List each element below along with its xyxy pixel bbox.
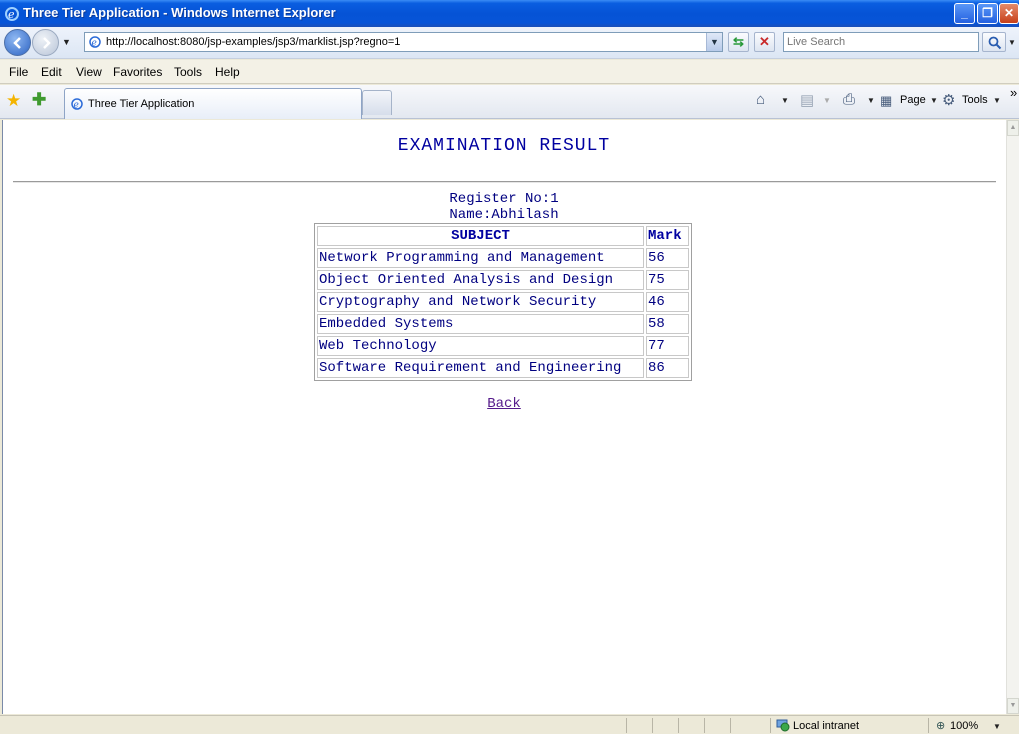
forward-arrow-icon <box>43 37 51 49</box>
stop-button[interactable]: ✕ <box>754 32 775 52</box>
window-title: Three Tier Application - Windows Interne… <box>23 5 336 20</box>
table-row: Cryptography and Network Security 46 <box>317 292 689 312</box>
status-divider <box>730 718 731 733</box>
status-divider <box>626 718 627 733</box>
home-icon[interactable]: ⌂ <box>756 91 765 108</box>
mark-cell: 77 <box>646 336 689 356</box>
page-dropdown-icon[interactable]: ▼ <box>930 96 938 105</box>
address-dropdown-icon[interactable]: ▼ <box>706 33 722 51</box>
back-arrow-icon <box>13 37 21 49</box>
tools-menu-button[interactable]: Tools <box>962 94 988 106</box>
subject-cell: Embedded Systems <box>317 314 644 334</box>
student-name: Name:Abhilash <box>449 207 559 223</box>
zoom-dropdown-icon[interactable]: ▼ <box>993 722 1001 731</box>
print-icon[interactable]: ⎙ <box>843 91 855 108</box>
mark-cell: 46 <box>646 292 689 312</box>
status-divider <box>704 718 705 733</box>
refresh-button[interactable]: ⇆ <box>728 32 749 52</box>
scroll-up-arrow-icon[interactable]: ▲ <box>1007 120 1019 136</box>
subject-cell: Object Oriented Analysis and Design <box>317 270 644 290</box>
mark-cell: 58 <box>646 314 689 334</box>
mark-column-header: Mark <box>646 226 689 246</box>
table-header-row: SUBJECT Mark <box>317 226 689 246</box>
restore-button[interactable]: ❐ <box>977 3 998 24</box>
menu-favorites[interactable]: Favorites <box>113 65 162 79</box>
search-input[interactable] <box>784 33 978 51</box>
menu-help[interactable]: Help <box>215 65 240 79</box>
tab-three-tier-application[interactable]: e Three Tier Application <box>64 88 362 119</box>
navigation-bar: ▼ e http://localhost:8080/jsp-examples/j… <box>0 27 1019 59</box>
menu-view[interactable]: View <box>76 65 102 79</box>
subject-cell: Cryptography and Network Security <box>317 292 644 312</box>
table-row: Embedded Systems 58 <box>317 314 689 334</box>
search-options-dropdown-icon[interactable]: ▼ <box>1008 38 1016 47</box>
forward-button[interactable] <box>32 29 59 56</box>
local-intranet-globe-icon <box>776 719 790 732</box>
feeds-icon[interactable]: ▤ <box>800 91 814 109</box>
tools-dropdown-icon[interactable]: ▼ <box>993 96 1001 105</box>
close-window-button[interactable]: ✕ <box>999 3 1019 24</box>
tab-bar: ★ ✚ e Three Tier Application ⌂ ▼ ▤ ▼ ⎙ ▼… <box>0 85 1019 119</box>
status-divider <box>678 718 679 733</box>
page-menu-button[interactable]: Page <box>900 94 926 106</box>
zoom-magnifier-icon: ⊕ <box>936 720 946 732</box>
svg-text:e: e <box>8 8 15 21</box>
print-dropdown-icon[interactable]: ▼ <box>867 96 875 105</box>
horizontal-rule <box>13 181 996 183</box>
status-bar: Local intranet ⊕ 100% ▼ <box>0 715 1019 734</box>
status-divider <box>928 718 929 733</box>
subject-cell: Network Programming and Management <box>317 248 644 268</box>
table-row: Object Oriented Analysis and Design 75 <box>317 270 689 290</box>
back-link[interactable]: Back <box>487 396 521 412</box>
table-row: Software Requirement and Engineering 86 <box>317 358 689 378</box>
marks-table: SUBJECT Mark Network Programming and Man… <box>314 223 692 381</box>
menu-file[interactable]: File <box>9 65 28 79</box>
tab-label: Three Tier Application <box>88 98 195 110</box>
favorites-center-star-icon[interactable]: ★ <box>6 91 21 111</box>
internet-explorer-icon: e <box>5 7 19 21</box>
window-titlebar[interactable]: e Three Tier Application - Windows Inter… <box>0 0 1019 27</box>
subject-cell: Web Technology <box>317 336 644 356</box>
security-zone-label[interactable]: Local intranet <box>793 720 859 732</box>
table-row: Network Programming and Management 56 <box>317 248 689 268</box>
subject-cell: Software Requirement and Engineering <box>317 358 644 378</box>
more-commands-chevron-icon[interactable]: » <box>1010 85 1017 100</box>
mark-cell: 56 <box>646 248 689 268</box>
menu-edit[interactable]: Edit <box>41 65 62 79</box>
page-icon: e <box>89 36 101 49</box>
search-icon <box>988 36 1002 50</box>
svg-text:e: e <box>92 39 97 49</box>
new-tab-button[interactable] <box>362 90 392 115</box>
search-box[interactable] <box>783 32 979 52</box>
add-favorites-plus-icon[interactable]: ✚ <box>32 90 46 110</box>
home-dropdown-icon[interactable]: ▼ <box>781 96 789 105</box>
back-button[interactable] <box>4 29 31 56</box>
table-row: Web Technology 77 <box>317 336 689 356</box>
page-content: EXAMINATION RESULT Register No:1 Name:Ab… <box>2 120 1006 714</box>
recent-pages-dropdown-icon[interactable]: ▼ <box>62 37 71 47</box>
zoom-level[interactable]: 100% <box>950 720 978 732</box>
status-divider <box>770 718 771 733</box>
subject-column-header: SUBJECT <box>317 226 644 246</box>
svg-text:e: e <box>74 101 79 111</box>
page-icon: e <box>71 98 83 111</box>
page-title: EXAMINATION RESULT <box>397 136 611 156</box>
mark-cell: 86 <box>646 358 689 378</box>
menu-bar: File Edit View Favorites Tools Help <box>0 60 1019 84</box>
address-field[interactable]: e http://localhost:8080/jsp-examples/jsp… <box>84 32 723 52</box>
minimize-button[interactable]: _ <box>954 3 975 24</box>
vertical-scrollbar[interactable]: ▲ ▼ <box>1006 120 1019 714</box>
feeds-dropdown-icon[interactable]: ▼ <box>823 96 831 105</box>
mark-cell: 75 <box>646 270 689 290</box>
scroll-down-arrow-icon[interactable]: ▼ <box>1007 698 1019 714</box>
register-number: Register No:1 <box>449 191 559 207</box>
gear-icon: ⚙ <box>942 92 956 109</box>
status-divider <box>652 718 653 733</box>
search-button[interactable] <box>982 32 1006 52</box>
page-menu-icon: ▦ <box>880 93 893 108</box>
menu-tools[interactable]: Tools <box>174 65 202 79</box>
back-link-container: Back <box>3 396 1005 412</box>
address-url: http://localhost:8080/jsp-examples/jsp3/… <box>106 36 401 48</box>
